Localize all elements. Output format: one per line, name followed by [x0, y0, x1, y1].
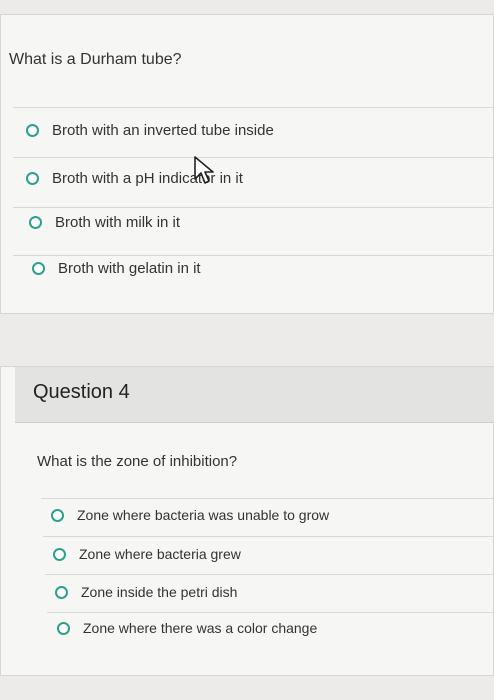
radio-button[interactable] [53, 547, 66, 561]
question-4-option-4[interactable]: Zone where there was a color change [57, 620, 317, 636]
question-3-prompt: What is a Durham tube? [9, 51, 182, 68]
option-label: Zone where bacteria was unable to grow [77, 507, 330, 523]
question-4-prompt: What is the zone of inhibition? [37, 453, 238, 470]
question-3-option-1[interactable]: Broth with an inverted tube inside [26, 122, 274, 139]
option-label: Zone inside the petri dish [81, 584, 238, 600]
radio-button[interactable] [29, 216, 42, 229]
question-4-title: Question 4 [33, 381, 130, 403]
option-label: Zone where there was a color change [83, 620, 318, 636]
option-label: Zone where bacteria grew [79, 546, 241, 562]
question-3-card: What is a Durham tube? Broth with an inv… [0, 14, 494, 314]
question-4-option-2[interactable]: Zone where bacteria grew [53, 546, 241, 562]
radio-button[interactable] [57, 621, 70, 635]
mouse-pointer-icon [194, 156, 214, 184]
option-label: Broth with gelatin in it [58, 260, 201, 277]
question-4-header: Question 4 [15, 367, 494, 423]
question-4-option-1[interactable]: Zone where bacteria was unable to grow [51, 507, 329, 523]
radio-button[interactable] [26, 124, 39, 137]
question-4-option-3[interactable]: Zone inside the petri dish [55, 584, 237, 600]
question-4-card: Question 4 What is the zone of inhibitio… [0, 366, 494, 676]
radio-button[interactable] [32, 262, 45, 275]
question-3-option-3[interactable]: Broth with milk in it [29, 214, 180, 231]
question-3-option-4[interactable]: Broth with gelatin in it [32, 260, 201, 277]
option-label: Broth with milk in it [55, 214, 181, 231]
radio-button[interactable] [51, 508, 64, 522]
option-label: Broth with an inverted tube inside [52, 122, 274, 139]
radio-button[interactable] [26, 172, 39, 185]
radio-button[interactable] [55, 585, 68, 599]
